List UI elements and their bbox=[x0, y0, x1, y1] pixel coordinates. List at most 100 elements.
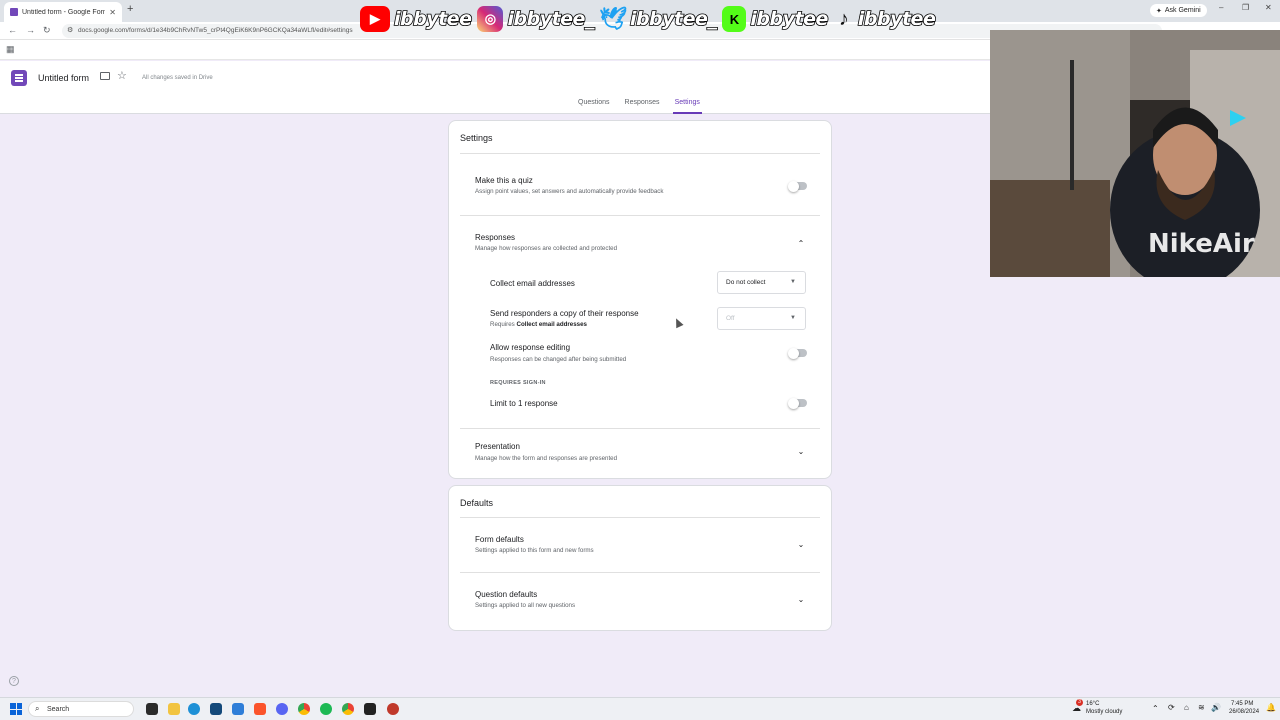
store-icon[interactable] bbox=[210, 703, 222, 715]
clock-time[interactable]: 7:45 PM bbox=[1231, 701, 1253, 707]
dropdown-caret-icon: ▼ bbox=[790, 315, 796, 321]
divider bbox=[460, 153, 820, 154]
defaults-card: Defaults Form defaults Settings applied … bbox=[448, 485, 832, 631]
quiz-toggle[interactable] bbox=[788, 180, 807, 192]
tab-responses[interactable]: Responses bbox=[623, 99, 662, 114]
webcam-overlay: NikeAir bbox=[990, 30, 1280, 277]
ask-gemini-label: Ask Gemini bbox=[1164, 7, 1201, 14]
settings-card: Settings Make this a quiz Assign point v… bbox=[448, 120, 832, 479]
quiz-subtitle: Assign point values, set answers and aut… bbox=[475, 188, 664, 195]
notifications-icon[interactable]: 🔔 bbox=[1266, 703, 1276, 712]
search-icon: ⌕ bbox=[35, 704, 40, 713]
form-defaults-title: Form defaults bbox=[475, 535, 524, 544]
youtube-icon: ▶ bbox=[360, 6, 390, 32]
app-icon[interactable] bbox=[387, 703, 399, 715]
chrome-icon[interactable] bbox=[298, 703, 310, 715]
collect-email-value: Do not collect bbox=[726, 279, 766, 286]
task-view-icon[interactable] bbox=[146, 703, 158, 715]
url-text: docs.google.com/forms/d/1e34b9ChRvNTw5_c… bbox=[78, 27, 353, 34]
instagram-handle: ibbytee_ bbox=[507, 7, 596, 31]
star-icon[interactable]: ☆ bbox=[117, 69, 127, 82]
ask-gemini-button[interactable]: ✦ Ask Gemini bbox=[1150, 4, 1207, 17]
twitter-icon: 🕊 bbox=[598, 6, 627, 31]
windows-start-icon[interactable] bbox=[10, 703, 22, 715]
close-tab-icon[interactable]: ✕ bbox=[109, 8, 116, 17]
close-window-button[interactable]: ✕ bbox=[1265, 3, 1272, 12]
presentation-section-subtitle: Manage how the form and responses are pr… bbox=[475, 455, 618, 462]
collect-email-select[interactable]: Do not collect ▼ bbox=[717, 271, 806, 294]
forward-arrow-icon[interactable]: → bbox=[26, 25, 35, 35]
back-arrow-icon[interactable]: ← bbox=[8, 25, 17, 35]
browser-tab[interactable]: Untitled form - Google Forms ✕ bbox=[4, 2, 122, 22]
maximize-window-button[interactable]: ❐ bbox=[1242, 3, 1249, 12]
volume-icon[interactable]: 🔊 bbox=[1211, 703, 1221, 712]
weather-description: Mostly cloudy bbox=[1086, 709, 1123, 715]
dropdown-caret-icon: ▼ bbox=[790, 279, 796, 285]
divider bbox=[460, 517, 820, 518]
file-explorer-icon[interactable] bbox=[168, 703, 180, 715]
responses-section-subtitle: Manage how responses are collected and p… bbox=[475, 245, 618, 252]
clock-date[interactable]: 26/08/2024 bbox=[1229, 709, 1259, 715]
collect-email-label: Collect email addresses bbox=[490, 279, 575, 288]
webcam-feed-image: NikeAir bbox=[990, 30, 1280, 277]
chrome-icon[interactable] bbox=[342, 703, 354, 715]
svg-text:NikeAir: NikeAir bbox=[1148, 229, 1255, 259]
allow-editing-label: Allow response editing bbox=[490, 343, 571, 352]
windows-taskbar: ⌕ Search ☁ 3 16°C Mostly cloudy ⌃ ⟳ ⌂ ≋ … bbox=[0, 697, 1280, 720]
browser-tab-title: Untitled form - Google Forms bbox=[22, 8, 106, 16]
minimize-window-button[interactable]: – bbox=[1219, 3, 1223, 12]
apps-grid-icon[interactable]: ▦ bbox=[6, 44, 15, 55]
app-icon[interactable] bbox=[232, 703, 244, 715]
edge-icon[interactable] bbox=[188, 703, 200, 715]
tiktok-handle: ibbytee bbox=[857, 7, 937, 31]
divider bbox=[460, 572, 820, 573]
chevron-down-icon[interactable]: ⌄ bbox=[796, 540, 806, 550]
taskbar-search-input[interactable]: ⌕ Search bbox=[28, 701, 134, 717]
wifi-icon[interactable]: ≋ bbox=[1198, 703, 1205, 712]
google-forms-favicon-icon bbox=[10, 8, 18, 16]
settings-card-title: Settings bbox=[460, 133, 493, 143]
question-defaults-title: Question defaults bbox=[475, 590, 538, 599]
allow-editing-subtitle: Responses can be changed after being sub… bbox=[490, 356, 627, 363]
taskbar-search-placeholder: Search bbox=[47, 706, 70, 713]
chevron-up-icon[interactable]: ⌃ bbox=[1152, 704, 1159, 713]
folder-icon[interactable] bbox=[100, 72, 110, 80]
form-title[interactable]: Untitled form bbox=[38, 73, 89, 83]
form-tabs: Questions Responses Settings bbox=[576, 99, 702, 114]
send-copy-value: Off bbox=[726, 315, 735, 322]
social-handles-overlay: ▶ ibbytee ◎ ibbytee_ 🕊 ibbytee_ K ibbyte… bbox=[360, 4, 937, 34]
responses-section-title: Responses bbox=[475, 233, 516, 242]
tab-settings[interactable]: Settings bbox=[672, 99, 702, 114]
obs-icon[interactable] bbox=[364, 703, 376, 715]
defaults-card-title: Defaults bbox=[460, 498, 494, 508]
weather-badge: 3 bbox=[1076, 699, 1083, 706]
sparkle-icon: ✦ bbox=[1156, 7, 1162, 15]
youtube-handle: ibbytee bbox=[393, 7, 473, 31]
instagram-icon: ◎ bbox=[477, 6, 504, 32]
spotify-icon[interactable] bbox=[320, 703, 332, 715]
brave-icon[interactable] bbox=[254, 703, 266, 715]
new-tab-button[interactable]: + bbox=[127, 3, 133, 15]
discord-icon[interactable] bbox=[276, 703, 288, 715]
weather-temp: 16°C bbox=[1086, 701, 1100, 707]
twitter-handle: ibbytee_ bbox=[629, 7, 718, 31]
form-defaults-subtitle: Settings applied to this form and new fo… bbox=[475, 547, 594, 554]
site-info-icon[interactable]: ⚙ bbox=[67, 26, 73, 34]
quiz-title: Make this a quiz bbox=[475, 176, 533, 185]
help-icon[interactable]: ? bbox=[9, 676, 19, 686]
limit-one-label: Limit to 1 response bbox=[490, 399, 558, 408]
network-icon[interactable]: ⌂ bbox=[1184, 703, 1189, 712]
limit-one-toggle[interactable] bbox=[788, 397, 807, 409]
chevron-down-icon[interactable]: ⌄ bbox=[796, 447, 806, 457]
tab-questions[interactable]: Questions bbox=[576, 99, 612, 114]
divider bbox=[460, 428, 820, 429]
reload-icon[interactable]: ↻ bbox=[43, 25, 51, 36]
sync-icon[interactable]: ⟳ bbox=[1168, 703, 1175, 712]
send-copy-requires: Requires Collect email addresses bbox=[490, 321, 587, 328]
chevron-down-icon[interactable]: ⌄ bbox=[796, 595, 806, 605]
google-forms-logo-icon[interactable] bbox=[11, 70, 27, 86]
chevron-up-icon[interactable]: ⌃ bbox=[796, 239, 806, 249]
allow-editing-toggle[interactable] bbox=[788, 347, 807, 359]
requires-prefix: Requires bbox=[490, 321, 515, 328]
save-status: All changes saved in Drive bbox=[142, 75, 213, 81]
